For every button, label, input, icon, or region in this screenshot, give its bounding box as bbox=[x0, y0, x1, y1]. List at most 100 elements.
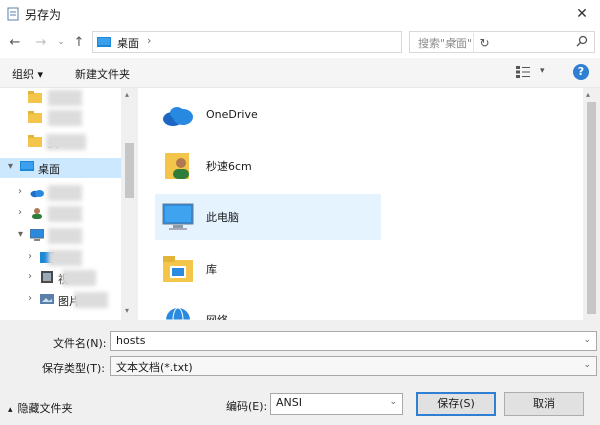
filetype-value: 文本文档(*.txt) bbox=[116, 361, 193, 374]
address-bar[interactable]: 桌面 › ⌄ ↻ bbox=[92, 31, 490, 53]
folder-icon bbox=[28, 91, 42, 103]
folder-item[interactable]: 库 bbox=[155, 246, 381, 292]
user-folder-icon bbox=[161, 149, 195, 183]
folder-item-label: 网络 bbox=[206, 312, 228, 320]
redacted-blur bbox=[48, 90, 82, 106]
filename-input[interactable]: hosts ⌄ bbox=[110, 331, 597, 351]
hide-folders-toggle[interactable]: ▴ 隐藏文件夹 bbox=[8, 400, 73, 416]
onedrive-icon bbox=[161, 99, 195, 133]
pictures-icon bbox=[40, 294, 54, 304]
nav-item[interactable]: › bbox=[0, 183, 121, 203]
encoding-select[interactable]: ANSI ⌄ bbox=[270, 393, 403, 415]
redacted-blur bbox=[74, 292, 108, 308]
toolbar: 组织 ▾ 新建文件夹 ▾ ? bbox=[0, 58, 600, 88]
folder-item-label: 秒速6cm bbox=[206, 160, 252, 173]
filetype-label: 保存类型(T): bbox=[42, 362, 106, 375]
desktop-icon bbox=[97, 37, 111, 47]
arrow-right-icon: → bbox=[35, 34, 47, 50]
onedrive-icon bbox=[30, 190, 44, 198]
scroll-up-icon[interactable]: ▴ bbox=[125, 90, 129, 99]
redacted-blur bbox=[62, 270, 96, 286]
main-scrollbar[interactable]: ▴ bbox=[583, 88, 600, 320]
expand-closed-icon[interactable]: › bbox=[18, 186, 22, 197]
chevron-down-icon[interactable]: ⌄ bbox=[583, 335, 591, 345]
folder-icon bbox=[28, 111, 42, 123]
nav-scrollbar[interactable]: ▴ ▾ bbox=[121, 88, 138, 320]
arrow-left-icon: ← bbox=[9, 34, 21, 50]
nav-item[interactable]: › 图片 bbox=[0, 290, 121, 310]
redacted-blur bbox=[48, 185, 82, 201]
nav-item[interactable]: ▾ bbox=[0, 226, 121, 246]
expand-open-icon[interactable]: ▾ bbox=[8, 161, 13, 172]
title-bar: 另存为 ✕ bbox=[0, 0, 600, 28]
nav-item[interactable] bbox=[0, 88, 121, 108]
folder-icon bbox=[28, 135, 42, 147]
redacted-blur bbox=[48, 228, 82, 244]
folder-item[interactable]: OneDrive bbox=[155, 93, 381, 139]
breadcrumb-chevron-icon[interactable]: › bbox=[147, 34, 151, 47]
computer-icon bbox=[161, 200, 195, 234]
back-button[interactable]: ← bbox=[6, 33, 24, 51]
network-icon bbox=[161, 303, 195, 320]
scroll-down-icon[interactable]: ▾ bbox=[125, 306, 129, 315]
chevron-down-icon[interactable]: ⌄ bbox=[583, 360, 591, 370]
save-button[interactable]: 保存(S) bbox=[416, 392, 496, 416]
help-button[interactable]: ? bbox=[573, 64, 589, 80]
up-button[interactable]: ↑ bbox=[70, 33, 88, 51]
filetype-select[interactable]: 文本文档(*.txt) ⌄ bbox=[110, 356, 597, 376]
organize-button[interactable]: 组织 ▾ bbox=[12, 66, 43, 82]
expand-closed-icon[interactable]: › bbox=[28, 271, 32, 282]
close-icon: ✕ bbox=[576, 6, 588, 22]
nav-item[interactable]: 夹 bbox=[0, 132, 121, 152]
address-row: ← → ⌄ ↑ 桌面 › ⌄ ↻ 搜索"桌面" bbox=[0, 28, 600, 58]
redacted-blur bbox=[46, 134, 86, 150]
folder-item[interactable]: 秒速6cm bbox=[155, 143, 381, 189]
folder-item-label: OneDrive bbox=[206, 108, 258, 121]
navigation-pane: 夹▾桌面››▾››视›图片 ▴ ▾ bbox=[0, 88, 138, 320]
recent-dropdown[interactable]: ⌄ bbox=[52, 33, 70, 51]
filename-value: hosts bbox=[116, 334, 146, 347]
address-location: 桌面 bbox=[117, 37, 139, 50]
filename-label: 文件名(N): bbox=[53, 337, 107, 350]
arrow-up-icon: ↑ bbox=[73, 34, 85, 50]
folder-item[interactable]: 网络 bbox=[155, 297, 381, 320]
nav-item[interactable]: ›视 bbox=[0, 268, 121, 288]
library-icon bbox=[161, 252, 195, 286]
video-icon bbox=[41, 271, 53, 283]
redacted-blur bbox=[48, 250, 82, 266]
expand-closed-icon[interactable]: › bbox=[28, 251, 32, 262]
view-dropdown-icon[interactable]: ▾ bbox=[540, 66, 545, 76]
main-scroll-thumb[interactable] bbox=[587, 102, 596, 314]
new-folder-button[interactable]: 新建文件夹 bbox=[75, 66, 130, 82]
chevron-down-icon[interactable]: ⌄ bbox=[389, 397, 397, 407]
chevron-up-icon: ▴ bbox=[8, 405, 13, 415]
expand-closed-icon[interactable]: › bbox=[28, 293, 32, 304]
nav-item[interactable] bbox=[0, 108, 121, 128]
close-button[interactable]: ✕ bbox=[564, 0, 600, 28]
search-icon bbox=[576, 35, 588, 47]
search-box[interactable]: 搜索"桌面" bbox=[409, 31, 595, 53]
save-options: 文件名(N): hosts ⌄ 保存类型(T): 文本文档(*.txt) ⌄ ▴… bbox=[0, 320, 600, 425]
nav-item[interactable]: ▾ 桌面 bbox=[0, 158, 121, 178]
expand-open-icon[interactable]: ▾ bbox=[18, 229, 23, 240]
search-placeholder: 搜索"桌面" bbox=[418, 37, 473, 50]
scroll-up-icon[interactable]: ▴ bbox=[586, 90, 590, 99]
chevron-down-icon: ⌄ bbox=[57, 37, 65, 47]
nav-item[interactable]: › bbox=[0, 204, 121, 224]
view-options-icon[interactable] bbox=[516, 66, 530, 78]
hide-folders-label: 隐藏文件夹 bbox=[17, 402, 73, 415]
folder-item-label: 库 bbox=[206, 263, 217, 276]
expand-closed-icon[interactable]: › bbox=[18, 207, 22, 218]
nav-scroll-thumb[interactable] bbox=[125, 143, 134, 198]
nav-item-label: 桌面 bbox=[38, 163, 60, 176]
computer-icon bbox=[30, 229, 44, 241]
window-title: 另存为 bbox=[25, 8, 62, 22]
encoding-label: 编码(E): bbox=[226, 400, 268, 413]
forward-button[interactable]: → bbox=[32, 33, 50, 51]
cancel-button[interactable]: 取消 bbox=[504, 392, 584, 416]
desktop-icon bbox=[20, 161, 34, 171]
nav-item[interactable]: › bbox=[0, 248, 121, 268]
user-icon bbox=[32, 208, 42, 219]
folder-item[interactable]: 此电脑 bbox=[155, 194, 381, 240]
notepad-icon bbox=[7, 7, 19, 21]
